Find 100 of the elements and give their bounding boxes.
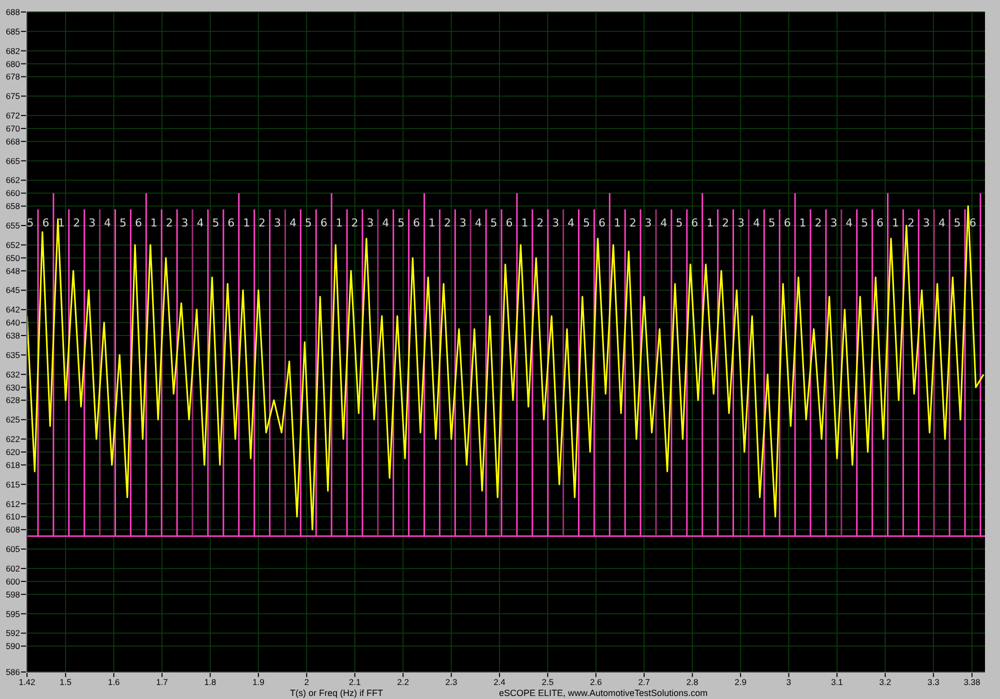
y-tick-label: 620 xyxy=(6,447,20,457)
y-tick-label: 595 xyxy=(6,608,20,619)
tick-mark xyxy=(932,672,934,678)
y-tick-label: 586 xyxy=(6,667,20,677)
tick-mark xyxy=(20,76,26,78)
tick-mark xyxy=(20,257,26,258)
x-tick-label: 3.3 xyxy=(928,677,940,687)
tick-mark xyxy=(20,548,26,550)
tick-mark xyxy=(20,290,26,291)
tick-mark xyxy=(65,672,66,678)
y-tick-label: 650 xyxy=(6,252,20,263)
tick-mark xyxy=(20,322,26,324)
x-tick-label: 2.7 xyxy=(638,677,650,687)
tick-mark xyxy=(740,672,742,678)
tick-mark xyxy=(20,206,26,207)
y-tick-label: 618 xyxy=(6,460,20,470)
y-tick-label: 665 xyxy=(6,156,20,166)
tick-mark xyxy=(20,386,26,388)
x-tick-label: 3.38 xyxy=(964,677,980,687)
tick-mark xyxy=(20,464,26,466)
y-tick-label: 642 xyxy=(6,304,20,315)
tick-mark xyxy=(20,484,26,485)
tick-mark xyxy=(499,672,500,678)
x-tick-label: 1.6 xyxy=(108,677,120,687)
y-tick-label: 625 xyxy=(6,414,20,425)
y-tick-label: 682 xyxy=(6,46,20,56)
y-tick-label: 638 xyxy=(6,330,20,341)
footer-text: eSCOPE ELITE, www.AutomotiveTestSolutions.com xyxy=(499,687,708,699)
tick-mark xyxy=(20,419,26,420)
tick-mark xyxy=(20,646,26,647)
x-axis-title: T(s) or Freq (Hz) if FFT xyxy=(290,687,383,699)
y-tick-label: 598 xyxy=(6,589,20,600)
x-tick-label: 2.4 xyxy=(494,677,506,687)
y-tick-label: 612 xyxy=(6,498,20,509)
y-tick-label: 662 xyxy=(6,175,20,186)
y-tick-label: 680 xyxy=(6,58,20,69)
tick-mark xyxy=(20,374,26,375)
tick-mark xyxy=(788,672,790,678)
y-tick-label: 670 xyxy=(6,123,20,134)
tick-mark xyxy=(971,672,972,678)
y-tick-label: 685 xyxy=(6,26,20,36)
y-tick-label: 688 xyxy=(6,7,20,17)
x-tick-label: 1.9 xyxy=(252,677,264,687)
y-tick-label: 672 xyxy=(6,110,20,121)
tick-mark xyxy=(20,225,26,226)
tick-mark xyxy=(595,672,596,678)
tick-mark xyxy=(20,270,26,272)
x-tick-label: 3.2 xyxy=(879,677,892,687)
tick-mark xyxy=(20,438,26,440)
x-tick-label: 3 xyxy=(786,677,792,687)
tick-mark xyxy=(20,632,26,634)
tick-mark xyxy=(306,672,308,678)
tick-mark xyxy=(20,529,26,530)
y-tick-label: 645 xyxy=(6,285,20,296)
tick-mark xyxy=(20,180,26,181)
x-tick-label: 2 xyxy=(304,677,309,687)
y-tick-label: 660 xyxy=(6,188,20,198)
x-tick-label: 2.9 xyxy=(734,677,746,687)
x-tick-label: 2.3 xyxy=(445,677,458,687)
tick-mark xyxy=(836,672,838,678)
x-tick-label: 2.1 xyxy=(348,677,361,687)
y-tick-label: 622 xyxy=(6,434,20,444)
tick-mark xyxy=(20,244,26,246)
tick-mark xyxy=(20,30,26,32)
tick-mark xyxy=(258,672,259,678)
x-tick-label: 2.8 xyxy=(686,677,698,687)
tick-mark xyxy=(20,140,26,142)
tick-mark xyxy=(20,568,26,569)
y-tick-label: 668 xyxy=(6,136,20,146)
tick-mark xyxy=(20,115,26,116)
y-tick-label: 592 xyxy=(6,628,20,638)
tick-mark xyxy=(20,580,26,582)
x-tick-label: 1.7 xyxy=(156,677,168,687)
tick-mark xyxy=(20,503,26,504)
tick-mark xyxy=(547,672,548,678)
tick-mark xyxy=(113,672,114,678)
y-tick-label: 658 xyxy=(6,201,20,212)
x-tick-label: 1.5 xyxy=(60,677,72,687)
tick-mark xyxy=(20,309,26,310)
y-tick-label: 632 xyxy=(6,369,20,380)
y-tick-label: 655 xyxy=(6,220,20,231)
tick-mark xyxy=(20,160,26,162)
y-tick-label: 630 xyxy=(6,382,20,392)
tick-mark xyxy=(884,672,886,678)
y-tick-label: 605 xyxy=(6,544,20,554)
x-tick-label: 2.6 xyxy=(590,677,602,687)
x-tick-label: 3.1 xyxy=(831,677,843,687)
y-tick-label: 652 xyxy=(6,240,20,250)
y-tick-label: 678 xyxy=(6,72,20,82)
y-tick-label: 675 xyxy=(6,91,20,102)
y-tick-label: 640 xyxy=(6,318,20,328)
y-tick-label: 590 xyxy=(6,641,20,652)
tick-mark xyxy=(20,354,26,356)
tick-mark xyxy=(644,672,645,678)
y-tick-label: 602 xyxy=(6,563,20,574)
x-tick-label: 2.5 xyxy=(542,677,554,687)
tick-mark xyxy=(20,594,26,595)
tick-mark xyxy=(20,96,26,97)
tick-mark xyxy=(692,672,693,678)
tick-mark xyxy=(20,50,26,52)
